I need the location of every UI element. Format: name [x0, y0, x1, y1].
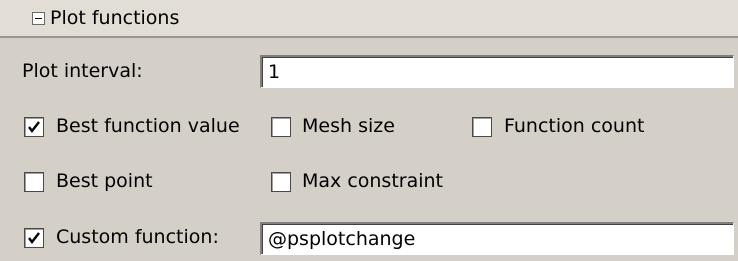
checkbox-box[interactable]: [271, 172, 291, 192]
checkbox-box[interactable]: [24, 172, 44, 192]
section-title: Plot functions: [50, 7, 180, 29]
checkbox-label[interactable]: Max constraint: [302, 169, 443, 193]
checkbox-label[interactable]: Best point: [56, 169, 153, 193]
checkbox-box[interactable]: [472, 117, 492, 137]
checkbox-label[interactable]: Custom function:: [56, 225, 219, 249]
plot-functions-header[interactable]: Plot functions: [0, 0, 738, 38]
checkbox-label[interactable]: Mesh size: [302, 114, 395, 138]
checkbox-box[interactable]: [24, 228, 44, 248]
checkmark-icon: [28, 121, 40, 133]
plot-interval-label: Plot interval:: [22, 60, 143, 82]
collapse-minus-icon[interactable]: [32, 12, 45, 25]
checkbox-label[interactable]: Function count: [504, 114, 644, 138]
checkbox-box[interactable]: [24, 117, 44, 137]
checkbox-box[interactable]: [271, 117, 291, 137]
checkmark-icon: [28, 232, 40, 244]
plot-interval-input[interactable]: [260, 55, 734, 88]
custom-function-input[interactable]: [260, 222, 734, 255]
checkbox-label[interactable]: Best function value: [56, 114, 240, 138]
